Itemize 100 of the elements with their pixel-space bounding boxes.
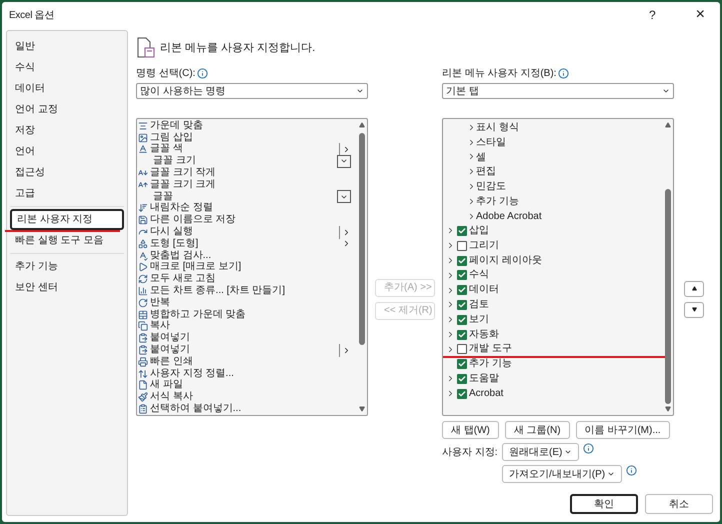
- tree-item[interactable]: 표시 형식: [476, 120, 519, 135]
- checkbox[interactable]: [457, 226, 467, 236]
- tree-item[interactable]: Acrobat: [469, 388, 504, 399]
- sidebar-item[interactable]: 리본 사용자 지정: [10, 209, 124, 230]
- checkbox[interactable]: [457, 314, 467, 325]
- expand-icon[interactable]: [446, 270, 455, 280]
- command-item[interactable]: 맞춤법 검사...: [150, 250, 212, 261]
- command-item[interactable]: 매크로 [매크로 보기]: [150, 262, 242, 272]
- command-dropdown[interactable]: 많이 사용하는 명령: [136, 83, 368, 99]
- checkbox[interactable]: [457, 300, 467, 310]
- expand-icon[interactable]: [446, 226, 455, 236]
- checkbox[interactable]: [457, 285, 467, 296]
- tree-item[interactable]: 데이터: [469, 285, 499, 296]
- command-item[interactable]: 복사: [150, 321, 170, 332]
- command-item[interactable]: 가운데 맞춤: [150, 120, 203, 131]
- expand-icon[interactable]: [446, 286, 455, 295]
- tree-action-button[interactable]: 이름 바꾸기(M)...: [576, 421, 670, 439]
- sidebar-item[interactable]: 언어 교정: [10, 99, 124, 120]
- scroll-up-icon[interactable]: [665, 122, 671, 128]
- tree-item[interactable]: 삽입: [469, 226, 489, 236]
- command-item[interactable]: 붙여넣기: [150, 333, 190, 344]
- checkbox[interactable]: [457, 270, 467, 280]
- command-item[interactable]: 다시 실행: [150, 227, 193, 238]
- checkbox[interactable]: [457, 330, 467, 340]
- move-up-button[interactable]: [684, 280, 704, 296]
- caret-icon: [564, 448, 572, 456]
- scroll-down-icon[interactable]: [359, 406, 365, 412]
- tree-item[interactable]: 검토: [469, 300, 489, 310]
- sidebar-item[interactable]: 접근성: [10, 162, 124, 183]
- command-item[interactable]: 그림 삽입: [150, 132, 193, 143]
- sidebar-item[interactable]: 일반: [10, 36, 124, 57]
- tree-item[interactable]: 보기: [469, 314, 489, 325]
- checkbox[interactable]: [457, 359, 467, 370]
- tree-item[interactable]: 도움말: [469, 374, 499, 384]
- expand-icon[interactable]: [446, 241, 455, 250]
- command-item[interactable]: 도형 [도형]: [150, 238, 198, 249]
- sidebar-item[interactable]: 저장: [10, 120, 124, 141]
- tree-item[interactable]: 수식: [469, 270, 489, 280]
- checkbox[interactable]: [457, 374, 467, 384]
- ribbon-dropdown[interactable]: 기본 탭: [442, 83, 674, 99]
- tree-item[interactable]: Adobe Acrobat: [476, 208, 542, 224]
- sidebar-item[interactable]: 추가 기능: [10, 256, 124, 277]
- tree-action-button[interactable]: 새 그룹(N): [504, 421, 570, 439]
- reset-button[interactable]: 원래대로(E): [502, 443, 580, 461]
- import-export-button[interactable]: 가져오기/내보내기(P): [502, 465, 622, 483]
- expand-icon[interactable]: [446, 389, 455, 398]
- sidebar-item[interactable]: 고급: [10, 183, 124, 204]
- scroll-thumb[interactable]: [359, 133, 365, 345]
- sidebar-item[interactable]: 빠른 실행 도구 모음: [10, 230, 124, 251]
- sidebar-item[interactable]: 언어: [10, 141, 124, 162]
- tree-item[interactable]: 자동화: [469, 330, 499, 340]
- command-item[interactable]: 사용자 지정 정렬...: [150, 368, 234, 379]
- cancel-button[interactable]: 취소: [645, 494, 713, 514]
- command-item[interactable]: 반복: [150, 298, 170, 308]
- expand-icon[interactable]: [446, 344, 455, 354]
- command-item[interactable]: 붙여넣기: [150, 345, 190, 356]
- sidebar-item[interactable]: 보안 센터: [10, 277, 124, 298]
- command-item[interactable]: 빠른 인쇄: [150, 356, 193, 367]
- tree-item[interactable]: 셀: [476, 150, 486, 164]
- expand-icon[interactable]: [446, 256, 455, 266]
- command-item[interactable]: 글꼴 크기 작게: [150, 168, 216, 178]
- command-item[interactable]: 글꼴: [153, 192, 173, 202]
- tree-item[interactable]: 페이지 레이아웃: [469, 256, 542, 266]
- tree-item[interactable]: 스타일: [476, 134, 506, 150]
- command-item[interactable]: 모든 차트 종류... [차트 만들기]: [150, 286, 286, 296]
- tree-item[interactable]: 개발 도구: [469, 344, 512, 354]
- command-item[interactable]: 병합하고 가운데 맞춤: [150, 310, 246, 320]
- command-item[interactable]: 다른 이름으로 저장: [150, 215, 236, 226]
- expand-icon[interactable]: [446, 330, 455, 340]
- sidebar-item[interactable]: 데이터: [10, 78, 124, 99]
- ok-button[interactable]: 확인: [570, 494, 638, 514]
- tree-item[interactable]: 그리기: [469, 240, 499, 251]
- checkbox[interactable]: [457, 344, 467, 354]
- tree-item[interactable]: 추가 기능: [469, 359, 512, 370]
- move-down-button[interactable]: [684, 302, 704, 318]
- tree-item[interactable]: 편집: [476, 164, 496, 180]
- expand-icon[interactable]: [446, 374, 455, 384]
- command-item[interactable]: 내림차순 정렬: [150, 203, 213, 214]
- command-item[interactable]: 선택하여 붙여넣기...: [150, 404, 242, 414]
- expand-icon[interactable]: [446, 300, 455, 310]
- sidebar-item[interactable]: 수식: [10, 57, 124, 78]
- checkbox[interactable]: [457, 256, 467, 266]
- tree-action-button[interactable]: 새 탭(W): [442, 421, 499, 439]
- scroll-up-icon[interactable]: [359, 122, 365, 128]
- checkbox[interactable]: [457, 240, 467, 251]
- expand-icon[interactable]: [446, 315, 455, 324]
- scroll-down-icon[interactable]: [665, 406, 671, 412]
- checkbox[interactable]: [457, 388, 467, 399]
- command-item[interactable]: 모두 새로 고침: [150, 274, 216, 284]
- scroll-thumb[interactable]: [665, 189, 671, 404]
- command-item[interactable]: 서식 복사: [150, 392, 193, 402]
- close-button[interactable]: ×: [696, 3, 705, 27]
- command-item[interactable]: 글꼴 색: [150, 144, 183, 154]
- help-button[interactable]: ?: [648, 6, 656, 24]
- tree-item[interactable]: 추가 기능: [476, 194, 519, 209]
- command-item[interactable]: 글꼴 크기: [153, 156, 196, 166]
- field-label: 명령 선택(C):: [136, 67, 196, 81]
- command-item[interactable]: 새 파일: [150, 380, 183, 390]
- command-item[interactable]: 글꼴 크기 크게: [150, 180, 216, 190]
- tree-item[interactable]: 민감도: [476, 179, 506, 194]
